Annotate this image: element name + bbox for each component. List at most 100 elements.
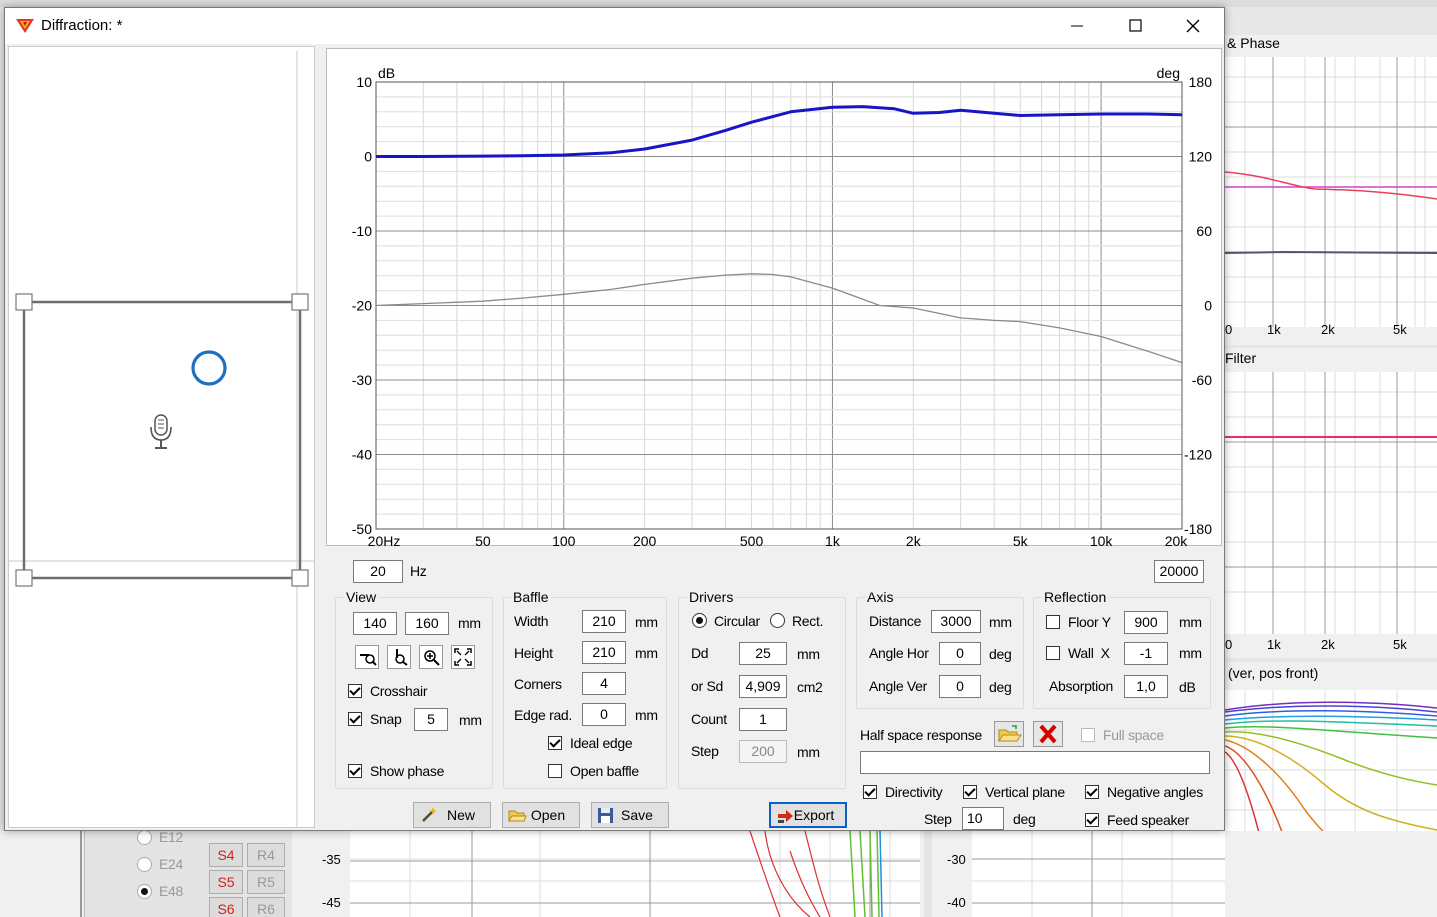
- baffle-width-input[interactable]: 210: [582, 610, 626, 633]
- y-tick-label: -10: [352, 223, 372, 239]
- crosshair-checkbox[interactable]: [348, 684, 362, 698]
- maximize-button[interactable]: [1106, 8, 1164, 44]
- rect-radio[interactable]: [770, 613, 785, 628]
- angle-ver-input[interactable]: 0: [939, 675, 981, 698]
- baffle-corners-input[interactable]: 4: [582, 672, 626, 695]
- sd-input[interactable]: 4,909: [739, 675, 787, 698]
- directivity-checkbox[interactable]: [863, 785, 877, 799]
- wall-input[interactable]: -1: [1124, 642, 1168, 665]
- bg-phase-panel: & Phase 0 1k 2k 5k: [1225, 35, 1437, 345]
- baffle-canvas[interactable]: [9, 47, 314, 827]
- zoom-out-icon: [360, 654, 377, 666]
- floppy-disk-icon: [598, 808, 613, 823]
- angle-hor-input[interactable]: 0: [939, 642, 981, 665]
- bg-radio-e48[interactable]: [137, 884, 152, 899]
- count-input[interactable]: 1: [739, 708, 787, 731]
- bg-s5-button[interactable]: S5: [209, 870, 243, 894]
- folder-icon: [508, 810, 527, 822]
- absorption-input[interactable]: 1,0: [1124, 675, 1168, 698]
- x-tick-label: 2k: [906, 533, 922, 547]
- bg-filter-tick: 5k: [1393, 637, 1407, 652]
- ideal-edge-label: Ideal edge: [570, 735, 633, 751]
- half-space-label: Half space response: [860, 727, 982, 743]
- full-space-checkbox[interactable]: [1081, 728, 1095, 742]
- freq-min-input[interactable]: 20: [353, 560, 403, 583]
- title-bar[interactable]: Diffraction: *: [5, 8, 1224, 44]
- floor-unit: mm: [1179, 614, 1202, 630]
- freq-max-input[interactable]: 20000: [1154, 560, 1204, 583]
- wall-checkbox[interactable]: [1046, 646, 1060, 660]
- feed-speaker-checkbox[interactable]: [1085, 813, 1099, 827]
- directivity-step-input[interactable]: 10: [962, 807, 1004, 830]
- resize-handle: [291, 293, 309, 311]
- angle-hor-unit: deg: [989, 646, 1012, 662]
- bg-radio-e12[interactable]: [137, 830, 152, 845]
- y2-tick-label: 0: [1204, 298, 1212, 314]
- bg-r5-button[interactable]: R5: [247, 870, 285, 894]
- freq-unit-label: Hz: [410, 563, 427, 579]
- half-space-file-input[interactable]: [860, 751, 1210, 774]
- open-file-button[interactable]: [994, 721, 1024, 747]
- feed-speaker-label: Feed speaker: [1107, 812, 1190, 828]
- dd-input[interactable]: 25: [739, 642, 787, 665]
- zoom-out-x-button[interactable]: [355, 645, 379, 669]
- baffle-edge-unit: mm: [635, 707, 658, 723]
- save-button-label: Save: [621, 807, 653, 823]
- y2-tick-label: 60: [1196, 223, 1212, 239]
- x-tick-label: 500: [740, 533, 764, 547]
- bg-bottom-graph-right: [972, 831, 1225, 917]
- bg-toolbar-strip: [0, 0, 1437, 7]
- distance-input[interactable]: 3000: [931, 610, 981, 633]
- baffle-view[interactable]: [8, 46, 315, 828]
- resize-handle: [15, 293, 33, 311]
- bg-radio-e24[interactable]: [137, 857, 152, 872]
- bg-r6-button[interactable]: R6: [247, 897, 285, 917]
- response-graph[interactable]: 20Hz 50 100 200 500 1k 2k 5k 10k 20k 10 0 -10 -20 -30-…: [326, 48, 1223, 547]
- baffle-height-label: Height: [514, 645, 553, 661]
- zoom-vertical-button[interactable]: [387, 645, 411, 669]
- delete-file-button[interactable]: [1033, 721, 1063, 747]
- baffle-height-input[interactable]: 210: [582, 641, 626, 664]
- floor-input[interactable]: 900: [1124, 611, 1168, 634]
- view-height-input[interactable]: 160: [405, 612, 449, 635]
- close-button[interactable]: [1164, 8, 1222, 44]
- show-phase-checkbox[interactable]: [348, 764, 362, 778]
- snap-checkbox[interactable]: [348, 712, 362, 726]
- y2-tick-label: -180: [1184, 521, 1212, 537]
- negative-angles-checkbox[interactable]: [1085, 785, 1099, 799]
- bg-s6-button[interactable]: S6: [209, 897, 243, 917]
- minimize-button[interactable]: [1048, 8, 1106, 44]
- bg-r4-button[interactable]: R4: [247, 843, 285, 867]
- bg-phase-tick: 5k: [1393, 322, 1407, 337]
- circular-radio[interactable]: [692, 613, 707, 628]
- snap-input[interactable]: 5: [414, 708, 448, 731]
- x-tick-label: 100: [552, 533, 576, 547]
- y2-axis-label: deg: [1157, 65, 1180, 81]
- bg-radio-label: E24: [159, 856, 184, 872]
- new-button[interactable]: New: [413, 802, 491, 828]
- response-chart[interactable]: 20Hz 50 100 200 500 1k 2k 5k 10k 20k100-10-20-30-…: [327, 49, 1223, 547]
- bg-s4-button[interactable]: S4: [209, 843, 243, 867]
- open-baffle-checkbox[interactable]: [548, 764, 562, 778]
- driver-step-input[interactable]: 200: [739, 740, 787, 763]
- baffle-edge-input[interactable]: 0: [582, 703, 626, 726]
- directivity-step-label: Step: [924, 811, 952, 827]
- export-button[interactable]: Export: [769, 802, 847, 828]
- open-button[interactable]: Open: [502, 802, 580, 828]
- y-axis-label: dB: [378, 65, 395, 81]
- view-width-input[interactable]: 140: [353, 612, 397, 635]
- negative-angles-label: Negative angles: [1107, 784, 1203, 800]
- floor-checkbox[interactable]: [1046, 615, 1060, 629]
- absorption-unit: dB: [1179, 679, 1196, 695]
- absorption-label: Absorption: [1049, 678, 1113, 694]
- y2-tick-label: 180: [1189, 74, 1213, 90]
- app-logo-icon: [16, 19, 34, 33]
- ideal-edge-checkbox[interactable]: [548, 736, 562, 750]
- vertical-plane-checkbox[interactable]: [963, 785, 977, 799]
- magnitude-series-line: [376, 105, 1183, 158]
- zoom-in-button[interactable]: [419, 645, 443, 669]
- fit-all-button[interactable]: [451, 645, 475, 669]
- open-baffle-label: Open baffle: [570, 763, 639, 779]
- bg-ytick: -45: [322, 895, 341, 910]
- save-button[interactable]: Save: [591, 802, 669, 828]
